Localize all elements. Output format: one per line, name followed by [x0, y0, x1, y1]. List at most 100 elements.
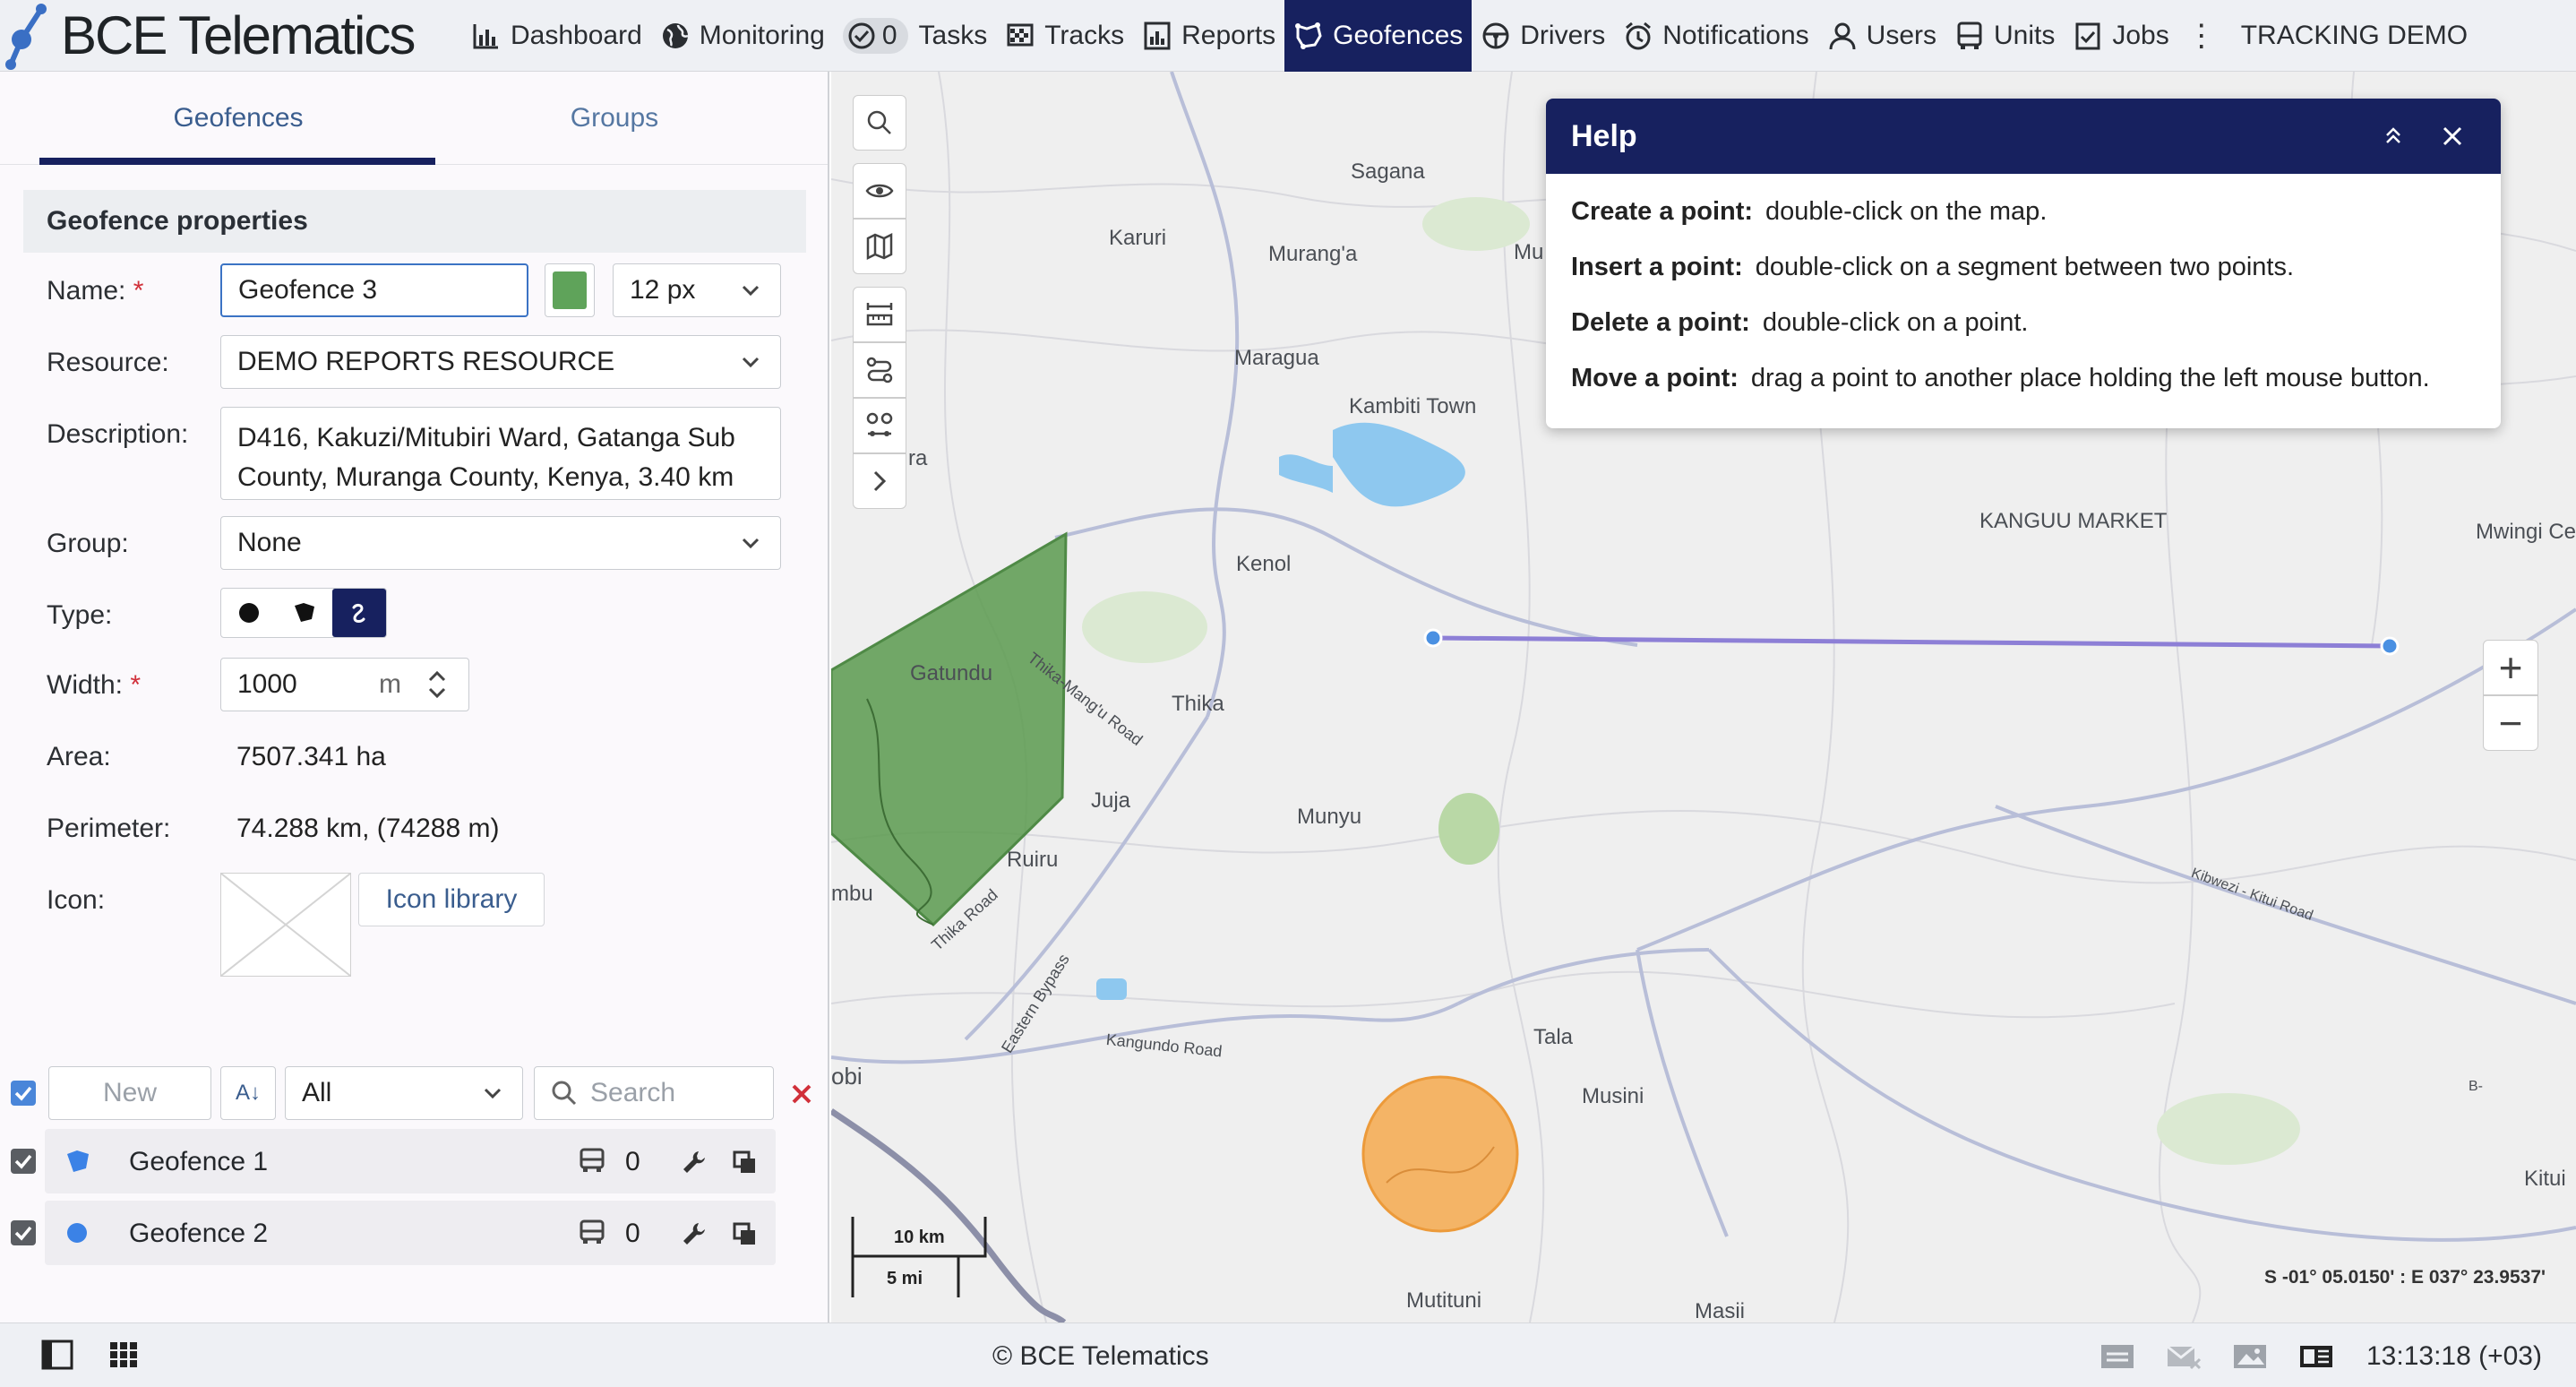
filter-value: All — [302, 1078, 332, 1107]
list-item[interactable]: Geofence 2 0 — [45, 1201, 776, 1265]
width-input[interactable]: 1000 m — [220, 658, 469, 711]
nav-reports[interactable]: Reports — [1133, 0, 1284, 72]
map-place-label: Munyu — [1297, 805, 1362, 829]
clear-filter-close-icon[interactable] — [788, 1081, 815, 1107]
type-circle-button[interactable] — [221, 589, 277, 637]
location-pins-icon — [866, 412, 893, 436]
zoom-control: + − — [2483, 640, 2538, 751]
expand-tools-button[interactable] — [853, 453, 906, 509]
route-button[interactable] — [853, 342, 906, 398]
brand-logo[interactable]: BCE Telematics — [0, 0, 462, 72]
description-line: D416, Kakuzi/Mitubiri Ward, Gatanga Sub — [237, 423, 735, 452]
search-icon — [552, 1081, 577, 1106]
zoom-out-button[interactable]: − — [2483, 695, 2538, 751]
perimeter-value: 74.288 km, (74288 m) — [236, 814, 500, 843]
toggle-panel-icon[interactable] — [41, 1340, 73, 1370]
resource-select[interactable]: DEMO REPORTS RESOURCE — [220, 335, 781, 389]
nav-dashboard[interactable]: Dashboard — [462, 0, 651, 72]
search-input[interactable]: Search — [534, 1066, 774, 1120]
list-item[interactable]: Geofence 1 0 — [45, 1129, 776, 1193]
unit-count: 0 — [625, 1147, 640, 1176]
points-button[interactable] — [853, 398, 906, 453]
user-icon — [1827, 21, 1858, 51]
nav-tasks[interactable]: 0 Tasks — [834, 0, 996, 72]
map-layers-button[interactable] — [853, 219, 906, 274]
tasks-count-badge: 0 — [842, 17, 908, 54]
map-place-label: Mu — [1514, 240, 1544, 264]
stepper-arrows-icon[interactable] — [424, 664, 451, 705]
brand-name: BCE Telematics — [61, 4, 416, 65]
nav-units[interactable]: Units — [1945, 0, 2064, 72]
nav-drivers[interactable]: Drivers — [1472, 0, 1614, 72]
group-select[interactable]: None — [220, 516, 781, 570]
map-toolbar — [853, 95, 906, 509]
account-name[interactable]: TRACKING DEMO — [2241, 21, 2468, 51]
zoom-in-button[interactable]: + — [2483, 640, 2538, 695]
copy-icon[interactable] — [731, 1220, 758, 1247]
description-textarea[interactable]: D416, Kakuzi/Mitubiri Ward, Gatanga Sub … — [220, 407, 781, 500]
nav-geofences[interactable]: Geofences — [1284, 0, 1473, 72]
map-place-label: Murang'a — [1268, 242, 1358, 266]
help-header: Help — [1546, 99, 2501, 174]
nav-tracks[interactable]: Tracks — [996, 0, 1133, 72]
chevron-down-icon — [742, 285, 760, 297]
map-place-label: ra — [908, 446, 928, 470]
filter-select[interactable]: All — [285, 1066, 523, 1120]
flag-icon — [1005, 21, 1035, 51]
image-icon[interactable] — [2232, 1341, 2268, 1372]
globe-icon — [660, 21, 691, 51]
id-card-icon[interactable] — [2298, 1341, 2334, 1372]
chevron-down-icon — [742, 357, 760, 368]
copy-icon[interactable] — [731, 1149, 758, 1176]
help-line: Insert a point: double-click on a segment… — [1571, 253, 2295, 281]
close-icon[interactable] — [2436, 120, 2469, 152]
geofence-2-checkbox[interactable] — [11, 1220, 36, 1245]
color-picker[interactable] — [545, 263, 595, 317]
geofence-name: Geofence 1 — [129, 1147, 269, 1176]
nav-notifications[interactable]: Notifications — [1614, 0, 1817, 72]
map-search-button[interactable] — [853, 95, 906, 151]
wrench-icon[interactable] — [681, 1149, 708, 1176]
type-line-button[interactable] — [332, 589, 386, 637]
map-place-label: Mutituni — [1406, 1288, 1482, 1313]
help-title: Help — [1571, 119, 1637, 153]
nav-users[interactable]: Users — [1818, 0, 1945, 72]
icon-placeholder[interactable] — [220, 873, 351, 977]
new-geofence-button[interactable]: New — [48, 1066, 211, 1120]
sort-button[interactable]: A↓ — [220, 1066, 276, 1120]
map-place-label: Gatundu — [910, 661, 993, 685]
measure-distance-button[interactable] — [853, 287, 906, 342]
polygon-shape-icon — [67, 1150, 89, 1172]
nav-monitoring[interactable]: Monitoring — [651, 0, 834, 72]
collapse-icon[interactable] — [2377, 120, 2409, 152]
map-place-label: Karuri — [1109, 226, 1167, 250]
tab-geofences[interactable]: Geofences — [50, 72, 426, 164]
map-canvas[interactable]: Sagana Karuri Murang'a Mu Maragua Kambit… — [831, 72, 2576, 1322]
line-width-select[interactable]: 12 px — [613, 263, 781, 317]
scale-bar: 10 km 5 mi — [851, 1217, 1003, 1297]
more-menu-icon[interactable]: ⋮ — [2184, 18, 2220, 54]
icon-library-button[interactable]: Icon library — [358, 873, 545, 926]
map-visibility-button[interactable] — [853, 163, 906, 219]
geofence-icon — [1293, 21, 1324, 51]
name-input[interactable]: Geofence 3 — [220, 263, 528, 317]
nav-label: Units — [1994, 20, 2056, 50]
bus-icon — [1954, 21, 1985, 51]
select-all-checkbox[interactable] — [11, 1081, 36, 1106]
circle-shape-icon — [239, 603, 259, 623]
wrench-icon[interactable] — [681, 1220, 708, 1247]
messages-icon[interactable] — [2099, 1341, 2135, 1372]
apps-grid-icon[interactable] — [109, 1340, 138, 1370]
area-label: Area: — [47, 742, 111, 771]
properties-header: Geofence properties — [23, 190, 806, 253]
geofence-panel: Geofences Groups Geofence properties Nam… — [0, 72, 829, 1322]
geofence-1-checkbox[interactable] — [11, 1149, 36, 1174]
mail-icon[interactable] — [2166, 1341, 2202, 1372]
tab-groups[interactable]: Groups — [426, 72, 803, 164]
type-polygon-button[interactable] — [277, 589, 332, 637]
chevron-down-icon — [484, 1088, 502, 1099]
map-place-label: Juja — [1091, 788, 1131, 813]
nav-jobs[interactable]: Jobs — [2064, 0, 2177, 72]
panel-tabs: Geofences Groups — [0, 72, 828, 165]
active-tab-indicator — [39, 158, 435, 165]
